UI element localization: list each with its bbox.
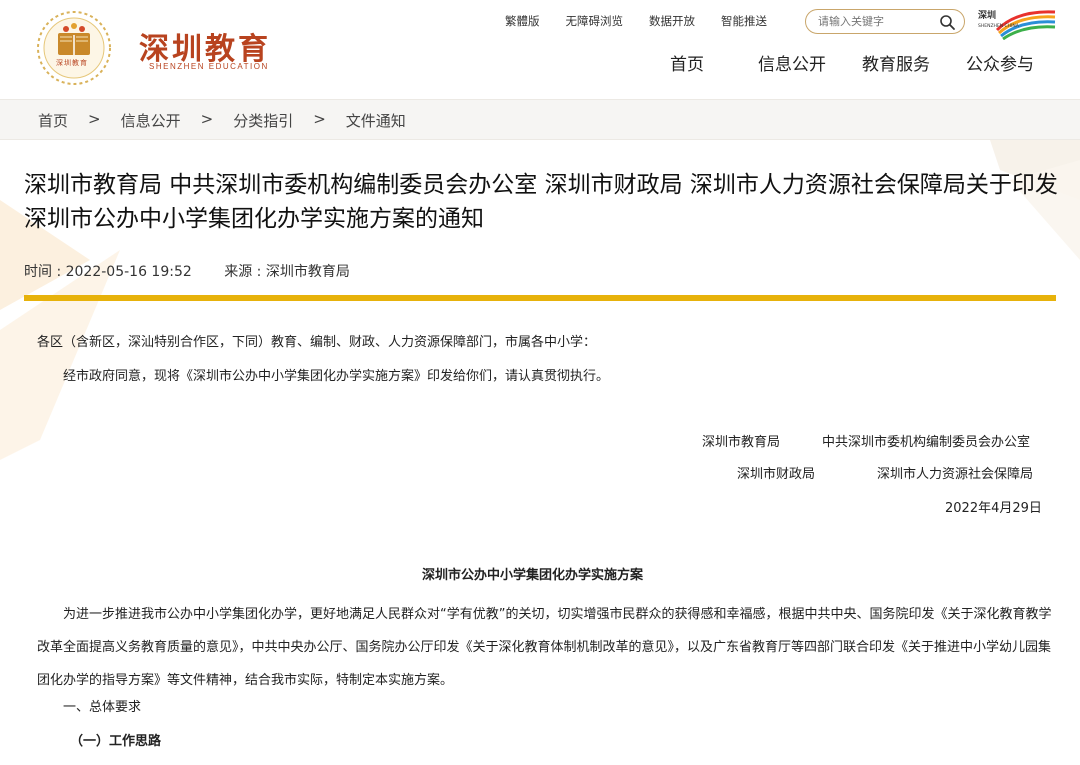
nav-info-disclosure[interactable]: 信息公开 <box>758 50 826 75</box>
title-divider <box>24 295 1056 301</box>
breadcrumb: 首页 > 信息公开 > 分类指引 > 文件通知 <box>38 110 406 131</box>
search-icon[interactable] <box>939 14 956 31</box>
signer-education-bureau: 深圳市教育局 <box>702 435 781 450</box>
signing-date: 2022年4月29日 <box>945 501 1042 516</box>
search-input[interactable] <box>818 13 936 30</box>
logo-emblem-label: 深圳教育 <box>56 59 88 67</box>
smart-push-link[interactable]: 智能推送 <box>721 13 767 29</box>
breadcrumb-info-disclosure[interactable]: 信息公开 <box>121 110 181 131</box>
body-paragraph: 为进一步推进我市公办中小学集团化办学，更好地满足人民群众对“学有优教”的关切，切… <box>37 607 1052 688</box>
nav-education-services[interactable]: 教育服务 <box>862 50 930 75</box>
shenzhen-brand-logo-icon[interactable]: 深圳 SHENZHEN CHINA <box>977 6 1057 40</box>
traditional-chinese-link[interactable]: 繁體版 <box>505 13 540 29</box>
signer-finance-bureau: 深圳市财政局 <box>737 467 816 482</box>
signer-staffing-office: 中共深圳市委机构编制委员会办公室 <box>822 435 1031 450</box>
breadcrumb-document-notice[interactable]: 文件通知 <box>346 110 406 131</box>
search-box <box>805 9 965 34</box>
nav-public-participation[interactable]: 公众参与 <box>966 50 1034 75</box>
article-source: 来源 : 深圳市教育局 <box>224 264 350 280</box>
document-title: 深圳市公办中小学集团化办学实施方案 <box>422 568 644 583</box>
breadcrumb-bar: 首页 > 信息公开 > 分类指引 > 文件通知 <box>0 99 1080 140</box>
article-meta: 时间 : 2022-05-16 19:52 来源 : 深圳市教育局 <box>24 261 378 281</box>
breadcrumb-category-guide[interactable]: 分类指引 <box>233 110 293 131</box>
accessibility-link[interactable]: 无障碍浏览 <box>566 13 624 29</box>
nav-home[interactable]: 首页 <box>670 50 704 75</box>
logo-subtitle: SHENZHEN EDUCATION <box>149 62 269 71</box>
open-data-link[interactable]: 数据开放 <box>649 13 695 29</box>
section-heading-1: 一、总体要求 <box>63 700 142 715</box>
publish-time: 时间 : 2022-05-16 19:52 <box>24 264 192 280</box>
utility-links: 繁體版 无障碍浏览 数据开放 智能推送 <box>505 13 793 29</box>
breadcrumb-home[interactable]: 首页 <box>38 110 68 131</box>
brand-subtext: SHENZHEN CHINA <box>978 23 1020 29</box>
addressee-paragraph: 各区（含新区，深汕特别合作区，下同）教育、编制、财政、人力资源保障部门，市属各中… <box>37 335 597 350</box>
signer-hr-bureau: 深圳市人力资源社会保障局 <box>877 467 1034 482</box>
breadcrumb-separator: > <box>88 110 101 128</box>
subsection-heading-1-1: （一）工作思路 <box>70 734 162 749</box>
intro-paragraph: 经市政府同意，现将《深圳市公办中小学集团化办学实施方案》印发给你们，请认真贯彻执… <box>63 369 610 384</box>
article-title: 深圳市教育局 中共深圳市委机构编制委员会办公室 深圳市财政局 深圳市人力资源社会… <box>24 172 1058 232</box>
logo-emblem-icon[interactable] <box>33 9 115 87</box>
site-header: 深圳教育 深圳教育 SHENZHEN EDUCATION 繁體版 无障碍浏览 数… <box>0 0 1080 99</box>
main-nav: 首页 信息公开 教育服务 公众参与 <box>670 50 1034 75</box>
breadcrumb-separator: > <box>200 110 214 128</box>
brand-text: 深圳 <box>978 9 996 21</box>
breadcrumb-separator: > <box>313 110 326 128</box>
